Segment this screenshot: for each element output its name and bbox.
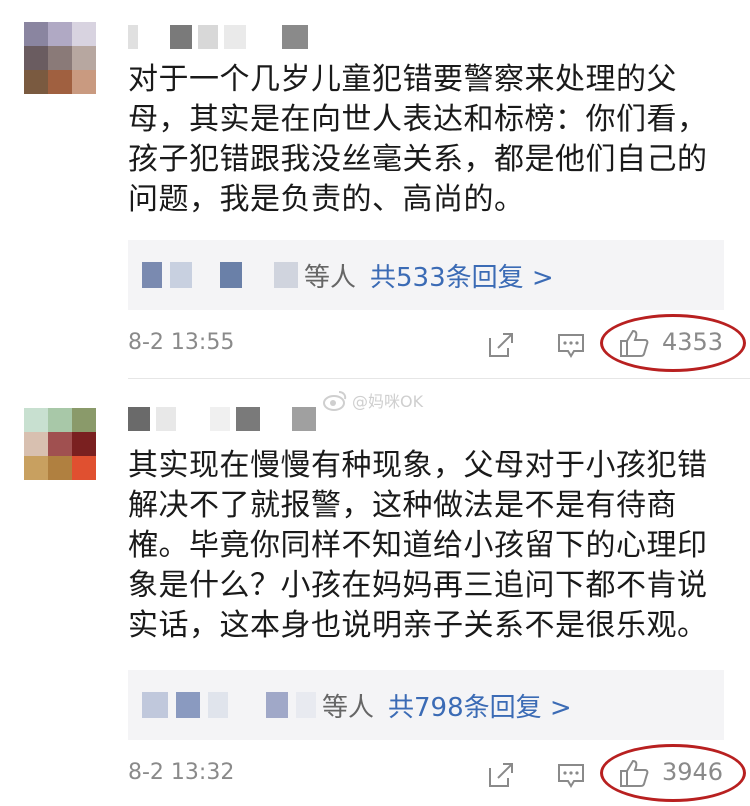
thumbs-up-icon [618,758,650,792]
comment-text-line: 其实现在慢慢有种现象，父母对于小孩犯错 [128,448,708,483]
replies-preview[interactable]: 等人 共533条回复 > [128,240,724,310]
timestamp: 8-2 13:55 [128,330,235,355]
comment-meta: 8-2 13:32 3946 [128,744,748,802]
reply-count-link[interactable]: 共798条回复 > [388,687,572,724]
repliers-suffix: 等人 [322,692,375,723]
replier-avatars-redacted [142,692,316,718]
timestamp: 8-2 13:32 [128,760,235,785]
watermark-text: @妈咪OK [352,392,424,411]
comment-text-line: 榷。毕竟你同样不知道给小孩留下的心理印 [128,528,708,563]
replies-preview[interactable]: 等人 共798条回复 > [128,670,724,740]
like-count: 3946 [662,758,724,786]
share-icon[interactable] [486,330,516,364]
share-icon[interactable] [486,760,516,794]
avatar[interactable] [24,408,96,480]
comment-text-line: 象是什么？小孩在妈妈再三追问下都不肯说 [128,568,708,603]
divider [128,378,750,379]
username-redacted[interactable] [128,24,308,50]
comment-icon[interactable] [556,760,586,794]
comment-text-line: 母，其实是在向世人表达和标榜：你们看， [128,102,708,137]
reply-count-link[interactable]: 共533条回复 > [370,257,554,294]
comment-text: 对于一个几岁儿童犯错要警察来处理的父 母，其实是在向世人表达和标榜：你们看， 孩… [128,60,728,220]
like-button[interactable]: 3946 [600,744,748,806]
like-button[interactable]: 4353 [600,314,748,376]
username-redacted[interactable] [128,406,316,432]
avatar[interactable] [24,22,96,94]
thumbs-up-icon [618,328,650,362]
comment-text-line: 对于一个几岁儿童犯错要警察来处理的父 [128,62,677,97]
replier-avatars-redacted [142,262,298,288]
comment-meta: 8-2 13:55 4353 [128,314,748,372]
comment-text-line: 孩子犯错跟我没丝毫关系，都是他们自己的 [128,142,708,177]
comment-text-line: 问题，我是负责的、高尚的。 [128,182,525,217]
comment-icon[interactable] [556,330,586,364]
comment-text-line: 解决不了就报警，这种做法是不是有待商 [128,488,677,523]
weibo-logo-icon [323,391,347,411]
repliers-suffix: 等人 [304,262,357,293]
like-count: 4353 [662,328,724,356]
watermark: @妈咪OK [322,388,423,412]
comment-text: 其实现在慢慢有种现象，父母对于小孩犯错 解决不了就报警，这种做法是不是有待商 榷… [128,446,728,646]
comment-text-line: 实话，这本身也说明亲子关系不是很乐观。 [128,608,708,643]
